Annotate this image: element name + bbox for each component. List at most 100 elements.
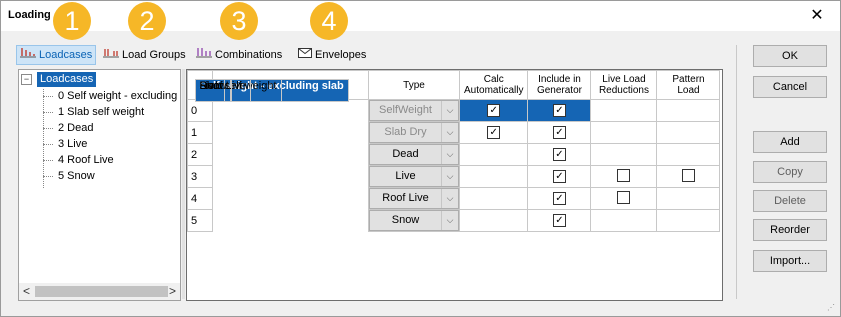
combinations-icon bbox=[196, 45, 212, 65]
tab-envelopes[interactable]: Envelopes bbox=[295, 45, 369, 65]
chevron-down-icon[interactable]: ⌵ bbox=[441, 189, 458, 208]
col-header-type[interactable]: Type bbox=[368, 70, 460, 100]
loadcase-grid[interactable]: # Loadcase Title Type Calc Automatically… bbox=[186, 69, 723, 301]
chevron-down-icon[interactable]: ⌵ bbox=[441, 167, 458, 186]
pattern-load-checkbox[interactable] bbox=[681, 168, 695, 182]
table-row[interactable]: 3 Live Live ⌵ ✓ bbox=[187, 78, 721, 188]
add-button[interactable]: Add bbox=[753, 131, 827, 153]
include-in-generator-checkbox[interactable]: ✓ bbox=[552, 126, 566, 139]
tree-item[interactable]: 4 Roof Live bbox=[43, 152, 114, 168]
tab-envelopes-label: Envelopes bbox=[315, 49, 367, 61]
row-number: 0 bbox=[187, 99, 213, 122]
tree-item[interactable]: 1 Slab self weight bbox=[43, 104, 144, 120]
reorder-button[interactable]: Reorder bbox=[753, 219, 827, 241]
scroll-right-icon[interactable]: > bbox=[169, 284, 176, 298]
import-button[interactable]: Import... bbox=[753, 250, 827, 272]
chevron-down-icon[interactable]: ⌵ bbox=[441, 101, 458, 120]
col-header-llr[interactable]: Live Load Reductions bbox=[590, 70, 658, 100]
tab-combinations[interactable]: Combinations bbox=[193, 45, 285, 65]
live-load-reductions-cell bbox=[590, 165, 658, 188]
row-number: 3 bbox=[187, 165, 213, 188]
pattern-load-cell bbox=[656, 209, 721, 232]
close-icon[interactable]: ✕ bbox=[807, 6, 827, 26]
loadcase-tree[interactable]: − Loadcases 0 Self weight - excluding 1 … bbox=[18, 69, 181, 301]
copy-button[interactable]: Copy bbox=[753, 161, 827, 183]
delete-button[interactable]: Delete bbox=[753, 190, 827, 212]
tree-root[interactable]: − Loadcases bbox=[21, 72, 97, 87]
scrollbar-thumb[interactable] bbox=[35, 286, 168, 297]
tree-item-label: 0 Self weight - excluding bbox=[58, 90, 178, 102]
type-value: Snow bbox=[391, 214, 420, 226]
include-in-generator-checkbox[interactable]: ✓ bbox=[552, 214, 566, 227]
type-dropdown[interactable]: Snow ⌵ bbox=[369, 210, 459, 231]
col-header-calc-auto[interactable]: Calc Automatically bbox=[458, 70, 529, 100]
live-load-reductions-checkbox[interactable] bbox=[617, 190, 631, 204]
dialog-title: Loading bbox=[8, 9, 51, 21]
table-row[interactable]: 2 Dead Dead ⌵ ✓ bbox=[187, 78, 721, 166]
step-badge-4: 4 bbox=[310, 2, 348, 40]
pattern-load-cell bbox=[656, 165, 721, 188]
live-load-reductions-checkbox[interactable] bbox=[617, 168, 631, 182]
chevron-down-icon[interactable]: ⌵ bbox=[441, 123, 458, 142]
scroll-left-icon[interactable]: < bbox=[23, 284, 30, 298]
table-row[interactable]: 0 Self weight - excluding slab SelfWeight ⌵… bbox=[187, 78, 721, 122]
type-value: SelfWeight bbox=[379, 104, 432, 116]
tree-item-label: 4 Roof Live bbox=[58, 154, 114, 166]
table-row[interactable]: 1 Slab self weight Slab Dry ⌵ ✓ ✓ bbox=[187, 78, 721, 144]
tree-item[interactable]: 3 Live bbox=[43, 136, 87, 152]
collapse-icon[interactable]: − bbox=[21, 74, 32, 85]
tree-item[interactable]: 0 Self weight - excluding bbox=[43, 88, 177, 104]
tree-item[interactable]: 5 Snow bbox=[43, 168, 95, 184]
type-dropdown[interactable]: Roof Live ⌵ bbox=[369, 188, 459, 209]
type-value: Dead bbox=[392, 148, 419, 160]
type-cell: Live ⌵ bbox=[368, 165, 460, 188]
include-in-generator-checkbox[interactable]: ✓ bbox=[552, 104, 566, 117]
pattern-load-cell bbox=[656, 99, 721, 122]
col-header-pattern[interactable]: Pattern Load bbox=[656, 70, 721, 100]
include-in-generator-checkbox[interactable]: ✓ bbox=[552, 148, 566, 161]
include-in-generator-cell: ✓ bbox=[527, 121, 592, 144]
panel-splitter[interactable] bbox=[182, 69, 185, 299]
row-number: 1 bbox=[187, 121, 213, 144]
calc-auto-cell bbox=[458, 187, 529, 210]
tab-load-groups[interactable]: Load Groups bbox=[100, 45, 189, 65]
include-in-generator-cell: ✓ bbox=[527, 209, 592, 232]
table-row[interactable]: 5 Snow Snow ⌵ ✓ bbox=[187, 78, 721, 232]
live-load-reductions-cell bbox=[590, 99, 658, 122]
tree-item-label: 5 Snow bbox=[58, 170, 95, 182]
tree-item[interactable]: 2 Dead bbox=[43, 120, 93, 136]
chevron-down-icon[interactable]: ⌵ bbox=[441, 211, 458, 230]
cancel-button[interactable]: Cancel bbox=[753, 76, 827, 98]
calc-auto-cell bbox=[458, 209, 529, 232]
calc-auto-checkbox[interactable]: ✓ bbox=[487, 126, 501, 139]
type-dropdown[interactable]: SelfWeight ⌵ bbox=[369, 100, 459, 121]
loading-dialog: Loading ✕ 1 2 3 4 Loadcases Load Groups … bbox=[0, 0, 841, 317]
pattern-load-cell bbox=[656, 143, 721, 166]
type-cell: SelfWeight ⌵ bbox=[368, 99, 460, 122]
tree-horizontal-scrollbar[interactable]: < > bbox=[19, 283, 180, 300]
load-groups-icon bbox=[103, 45, 119, 65]
tab-loadcases[interactable]: Loadcases bbox=[16, 45, 97, 65]
row-number: 5 bbox=[187, 209, 213, 232]
ok-button[interactable]: OK bbox=[753, 45, 827, 67]
tree-item-label: 2 Dead bbox=[58, 122, 94, 134]
type-value: Live bbox=[395, 170, 416, 182]
type-value: Roof Live bbox=[382, 192, 429, 204]
include-in-generator-checkbox[interactable]: ✓ bbox=[552, 170, 566, 183]
loadcase-title-cell[interactable]: Snow bbox=[194, 78, 233, 102]
type-dropdown[interactable]: Live ⌵ bbox=[369, 166, 459, 187]
tab-loadcases-label: Loadcases bbox=[39, 49, 93, 61]
type-value: Slab Dry bbox=[384, 126, 427, 138]
type-dropdown[interactable]: Dead ⌵ bbox=[369, 144, 459, 165]
tree-root-label[interactable]: Loadcases bbox=[37, 72, 97, 87]
calc-auto-checkbox[interactable]: ✓ bbox=[487, 104, 501, 117]
resize-grip-icon[interactable]: ⋰ bbox=[827, 303, 836, 312]
calc-auto-cell: ✓ bbox=[458, 99, 529, 122]
table-row[interactable]: 4 Roof Live Roof Live ⌵ ✓ bbox=[187, 78, 721, 210]
chevron-down-icon[interactable]: ⌵ bbox=[441, 145, 458, 164]
pattern-load-cell bbox=[656, 121, 721, 144]
type-dropdown[interactable]: Slab Dry ⌵ bbox=[369, 122, 459, 143]
include-in-generator-checkbox[interactable]: ✓ bbox=[552, 192, 566, 205]
include-in-generator-cell: ✓ bbox=[527, 165, 592, 188]
col-header-include[interactable]: Include in Generator bbox=[527, 70, 592, 100]
